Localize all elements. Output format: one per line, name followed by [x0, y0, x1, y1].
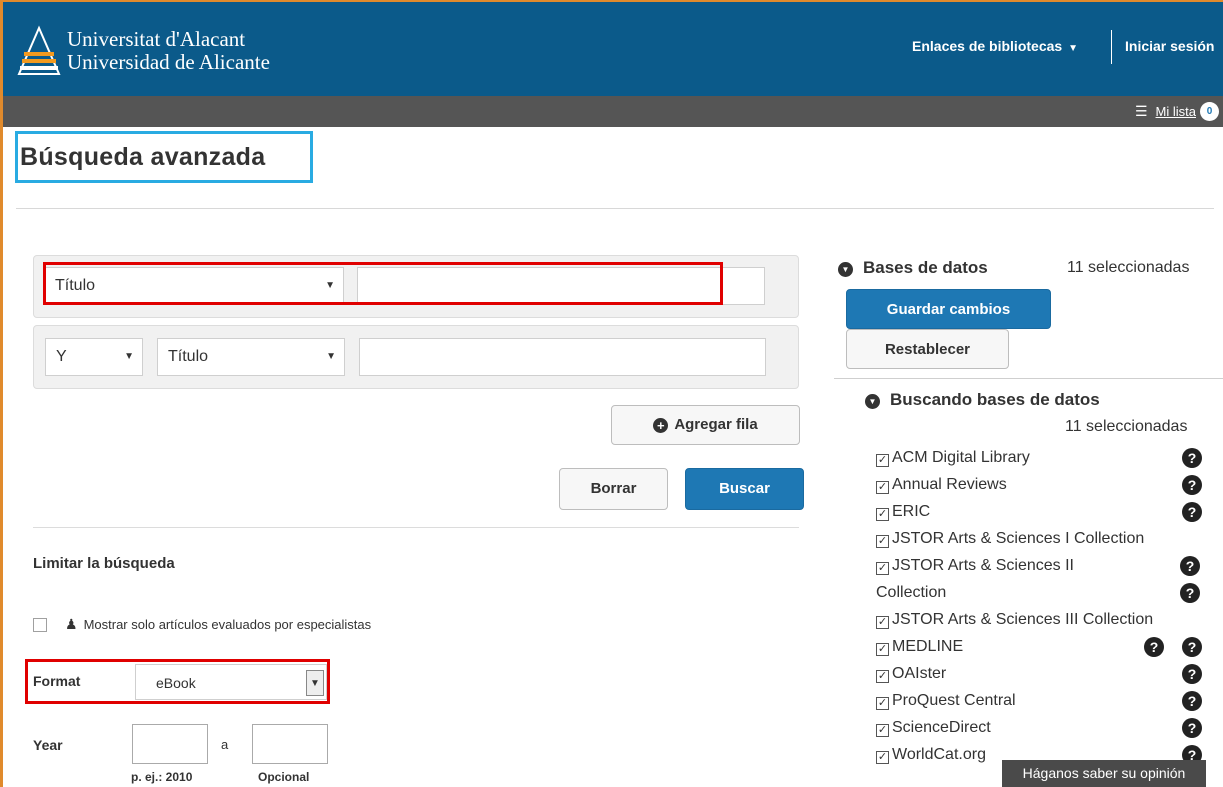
- year-range-separator: a: [221, 737, 229, 752]
- year-from-input[interactable]: [132, 724, 208, 764]
- database-checkbox[interactable]: ✓: [876, 670, 889, 683]
- database-item[interactable]: ✓ MEDLINE ? ?: [876, 633, 1206, 660]
- reviewer-icon: ♟: [65, 616, 78, 632]
- chevron-down-circle-icon: ▼: [838, 262, 853, 277]
- sub-navigation-bar: ☰ Mi lista 0: [3, 96, 1223, 127]
- searching-databases-count: 11 seleccionadas: [1065, 418, 1188, 435]
- help-icon[interactable]: ?: [1180, 556, 1200, 576]
- clear-button[interactable]: Borrar: [559, 468, 668, 510]
- help-icon[interactable]: ?: [1144, 637, 1164, 657]
- database-item[interactable]: ✓ JSTOR Arts & Sciences III Collection: [876, 606, 1206, 633]
- database-item[interactable]: ✓ JSTOR Arts & Sciences I Collection: [876, 525, 1206, 552]
- database-label: WorldCat.org: [892, 746, 986, 763]
- database-item[interactable]: ✓ ACM Digital Library ?: [876, 444, 1206, 471]
- peer-reviewed-checkbox[interactable]: [33, 617, 47, 632]
- database-label: OAIster: [892, 665, 947, 682]
- page-title: Búsqueda avanzada: [20, 143, 266, 171]
- database-label: ERIC: [892, 503, 931, 520]
- database-item[interactable]: ✓ ScienceDirect ?: [876, 714, 1206, 741]
- add-row-button[interactable]: + Agregar fila: [611, 405, 800, 445]
- database-checkbox[interactable]: ✓: [876, 562, 889, 575]
- reset-button[interactable]: Restablecer: [846, 329, 1009, 369]
- format-annotation-box: [25, 659, 330, 704]
- database-item[interactable]: ✓ Annual Reviews ?: [876, 471, 1206, 498]
- year-to-input[interactable]: [252, 724, 328, 764]
- databases-selected-count: 11 seleccionadas: [1067, 259, 1190, 276]
- peer-reviewed-option: ♟ Mostrar solo artículos evaluados por e…: [33, 616, 371, 633]
- my-list-link[interactable]: ☰ Mi lista 0: [1135, 102, 1219, 121]
- help-icon[interactable]: ?: [1182, 637, 1202, 657]
- help-icon[interactable]: ?: [1182, 691, 1202, 711]
- caret-down-icon: ▼: [124, 351, 134, 362]
- header-divider: [1111, 30, 1112, 64]
- database-list: ✓ ACM Digital Library ? ✓ Annual Reviews ?…: [876, 444, 1206, 768]
- database-checkbox[interactable]: ✓: [876, 697, 889, 710]
- database-checkbox[interactable]: ✓: [876, 616, 889, 629]
- feedback-button[interactable]: Háganos saber su opinión: [1002, 760, 1206, 787]
- help-icon[interactable]: ?: [1182, 502, 1202, 522]
- database-item[interactable]: ✓ ProQuest Central ?: [876, 687, 1206, 714]
- title-divider: [16, 208, 1214, 209]
- row1-annotation-box: [43, 262, 723, 305]
- brand-line-valencian: Universitat d'Alacant: [67, 27, 246, 51]
- database-checkbox[interactable]: ✓: [876, 454, 889, 467]
- databases-toggle[interactable]: ▼ Bases de datos: [838, 258, 988, 278]
- sidebar-divider: [834, 378, 1223, 379]
- help-icon[interactable]: ?: [1182, 718, 1202, 738]
- year-to-hint: Opcional: [258, 770, 310, 784]
- row2-operator-value: Y: [56, 348, 67, 365]
- search-button[interactable]: Buscar: [685, 468, 804, 510]
- searching-databases-heading: Buscando bases de datos: [890, 390, 1100, 409]
- database-checkbox[interactable]: ✓: [876, 508, 889, 521]
- row2-search-input[interactable]: [359, 338, 766, 376]
- row2-field-select[interactable]: Título ▼: [157, 338, 345, 376]
- database-checkbox[interactable]: ✓: [876, 724, 889, 737]
- row2-operator-select[interactable]: Y ▼: [45, 338, 143, 376]
- university-name[interactable]: Universitat d'Alacant Universidad de Ali…: [67, 28, 270, 74]
- database-item[interactable]: ✓ OAIster ?: [876, 660, 1206, 687]
- database-item[interactable]: ✓ JSTOR Arts & Sciences II Collection ? ?: [876, 552, 1200, 606]
- library-links-menu[interactable]: Enlaces de bibliotecas ▼: [912, 38, 1078, 54]
- caret-down-icon: ▼: [326, 351, 336, 362]
- plus-circle-icon: +: [653, 418, 669, 433]
- database-checkbox[interactable]: ✓: [876, 751, 889, 764]
- year-label: Year: [33, 737, 63, 753]
- list-icon: ☰: [1134, 103, 1148, 119]
- section-divider: [33, 527, 799, 528]
- site-header: Universitat d'Alacant Universidad de Ali…: [3, 2, 1223, 96]
- database-label: JSTOR Arts & Sciences I Collection: [892, 530, 1145, 547]
- peer-reviewed-label: Mostrar solo artículos evaluados por esp…: [83, 617, 372, 632]
- database-label: JSTOR Arts & Sciences III Collection: [892, 611, 1154, 628]
- database-label: ScienceDirect: [892, 719, 991, 736]
- searching-databases-toggle[interactable]: ▼ Buscando bases de datos: [865, 390, 1100, 410]
- save-changes-button[interactable]: Guardar cambios: [846, 289, 1051, 329]
- library-links-label: Enlaces de bibliotecas: [912, 38, 1063, 54]
- my-list-label: Mi lista: [1155, 104, 1196, 119]
- database-label: ProQuest Central: [892, 692, 1016, 709]
- help-icon[interactable]: ?: [1180, 583, 1200, 603]
- limit-search-heading: Limitar la búsqueda: [33, 555, 175, 572]
- database-checkbox[interactable]: ✓: [876, 535, 889, 548]
- help-icon[interactable]: ?: [1182, 448, 1202, 468]
- database-checkbox[interactable]: ✓: [876, 643, 889, 656]
- database-item[interactable]: ✓ ERIC ?: [876, 498, 1206, 525]
- chevron-down-circle-icon: ▼: [865, 394, 880, 409]
- help-icon[interactable]: ?: [1182, 664, 1202, 684]
- database-label: ACM Digital Library: [892, 449, 1030, 466]
- database-label: MEDLINE: [892, 638, 964, 655]
- add-row-label: Agregar fila: [674, 416, 758, 433]
- databases-heading: Bases de datos: [863, 258, 988, 277]
- database-checkbox[interactable]: ✓: [876, 481, 889, 494]
- my-list-count-badge: 0: [1200, 102, 1219, 121]
- database-label: Annual Reviews: [892, 476, 1007, 493]
- year-from-hint: p. ej.: 2010: [131, 770, 193, 784]
- caret-down-icon: ▼: [1068, 43, 1079, 54]
- database-label: JSTOR Arts & Sciences II Collection: [876, 557, 1074, 601]
- university-logo[interactable]: [17, 24, 61, 76]
- brand-line-spanish: Universidad de Alicante: [67, 50, 270, 74]
- row2-field-value: Título: [168, 348, 209, 365]
- sign-in-link[interactable]: Iniciar sesión: [1125, 38, 1214, 54]
- help-icon[interactable]: ?: [1182, 475, 1202, 495]
